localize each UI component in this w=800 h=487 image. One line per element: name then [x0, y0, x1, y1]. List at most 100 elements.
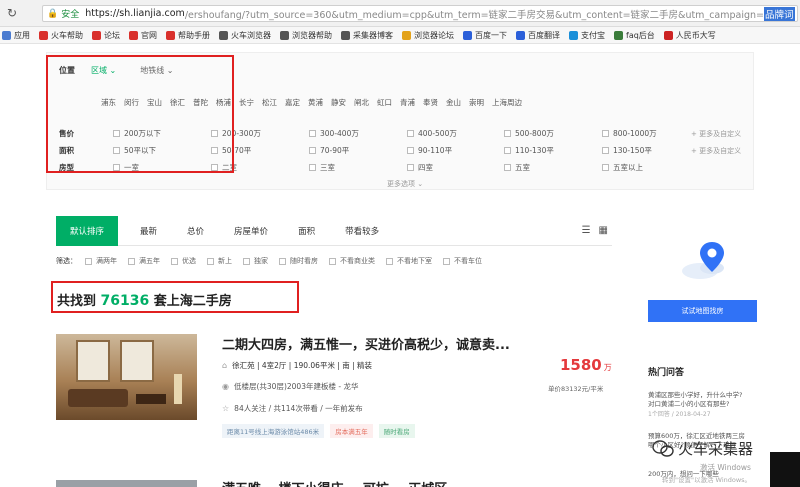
district-option[interactable]: 嘉定 — [285, 97, 300, 108]
district-option[interactable]: 崇明 — [469, 97, 484, 108]
district-option[interactable]: 虹口 — [377, 97, 392, 108]
sort-tab[interactable]: 面积 — [298, 225, 315, 237]
bookmark-icon — [129, 30, 138, 40]
secondary-filter-option[interactable]: 独家 — [243, 256, 268, 266]
district-option[interactable]: 长宁 — [239, 97, 254, 108]
checkbox[interactable] — [309, 163, 316, 171]
checkbox[interactable] — [85, 257, 92, 265]
bookmark-item[interactable]: 浏览器论坛 — [402, 30, 454, 41]
checkbox[interactable] — [243, 257, 250, 265]
checkbox[interactable] — [602, 146, 609, 154]
district-option[interactable]: 静安 — [331, 97, 346, 108]
bookmark-item[interactable]: 百度翻译 — [516, 30, 560, 41]
checkbox[interactable] — [443, 257, 450, 265]
bookmark-item[interactable]: 百度一下 — [463, 30, 507, 41]
checkbox[interactable] — [329, 257, 336, 265]
checkbox[interactable] — [171, 257, 178, 265]
reload-icon[interactable]: ↻ — [4, 5, 20, 21]
listing-title[interactable]: 二期大四房，满五惟一，买进价高税少，诚意卖... — [222, 334, 510, 353]
sort-tab[interactable]: 默认排序 — [56, 215, 119, 246]
checkbox[interactable] — [407, 129, 414, 137]
secondary-filter-option[interactable]: 新上 — [207, 256, 232, 266]
area-option[interactable]: 70-90平 — [309, 145, 349, 156]
bookmark-item[interactable]: 火车浏览器 — [219, 30, 271, 41]
bookmark-item[interactable]: 支付宝 — [569, 30, 605, 41]
checkbox[interactable] — [504, 146, 511, 154]
district-option[interactable]: 金山 — [446, 97, 461, 108]
qa-question-cont[interactable]: 对口黄浦二小的小区有那些? — [648, 398, 758, 408]
secondary-filter-option[interactable]: 满两年 — [85, 256, 117, 266]
highlight-box-filters — [46, 55, 234, 173]
result-count: 共找到 76136 套上海二手房 — [57, 293, 232, 309]
checkbox[interactable] — [504, 163, 511, 171]
tag-viewing: 随时看房 — [378, 424, 415, 438]
secondary-filter-option[interactable]: 满五年 — [128, 256, 160, 266]
map-search-button[interactable]: 试试地图找房 — [648, 300, 757, 322]
checkbox[interactable] — [279, 257, 286, 265]
district-option[interactable]: 黄浦 — [308, 97, 323, 108]
price-option[interactable]: 400-500万 — [407, 128, 457, 139]
sort-tab[interactable]: 总价 — [187, 225, 204, 237]
district-option[interactable]: 奉贤 — [423, 97, 438, 108]
bookmark-item[interactable]: 论坛 — [92, 30, 120, 41]
list-view-icon[interactable]: ☰ — [582, 225, 591, 236]
price-option[interactable]: 500-800万 — [504, 128, 554, 139]
url-selected-text: 品牌词 — [764, 6, 795, 21]
checkbox[interactable] — [407, 146, 414, 154]
bookmark-item[interactable]: 采集器博客 — [341, 30, 393, 41]
area-more-custom-link[interactable]: + 更多及自定义 — [691, 146, 741, 156]
grid-view-icon[interactable]: ▦ — [599, 225, 608, 236]
checkbox[interactable] — [309, 146, 316, 154]
area-option[interactable]: 90-110平 — [407, 145, 452, 156]
bookmark-item[interactable]: 官网 — [129, 30, 157, 41]
next-listing-title[interactable]: 满五唯一 楼下小得庄... 可扩... 正城区 — [222, 478, 447, 487]
secondary-filter-option[interactable]: 不看地下室 — [386, 256, 432, 266]
layout-option[interactable]: 五室以上 — [602, 162, 643, 173]
next-listing-photo[interactable] — [56, 480, 197, 487]
layout-option[interactable]: 四室 — [407, 162, 433, 173]
bookmark-item[interactable]: 浏览器帮助 — [280, 30, 332, 41]
checkbox[interactable] — [407, 163, 414, 171]
sort-tab[interactable]: 房屋单价 — [234, 225, 268, 237]
listing-position-info: ◉ 低楼层(共30层)2003年建板楼 - 龙华 — [222, 382, 359, 391]
sort-tab[interactable]: 带看较多 — [345, 225, 379, 237]
checkbox[interactable] — [128, 257, 135, 265]
address-bar[interactable]: 🔒 安全 https://sh.lianjia.com /ershoufang/… — [42, 5, 798, 22]
listing-follow-info: ☆ 84人关注 / 共114次带看 / 一年前发布 — [222, 404, 363, 413]
sort-tab[interactable]: 最新 — [140, 225, 157, 237]
price-option[interactable]: 800-1000万 — [602, 128, 657, 139]
checkbox[interactable] — [207, 257, 214, 265]
district-option[interactable]: 闸北 — [354, 97, 369, 108]
bookmark-icon — [516, 30, 525, 40]
bookmark-item[interactable]: 人民币大写 — [663, 30, 716, 41]
checkbox[interactable] — [386, 257, 393, 265]
secondary-filter-option[interactable]: 不看车位 — [443, 256, 482, 266]
checkbox[interactable] — [602, 129, 609, 137]
sort-bar: 默认排序 最新 总价 房屋单价 面积 带看较多 ☰ ▦ — [56, 215, 612, 246]
area-option[interactable]: 110-130平 — [504, 145, 554, 156]
listing-tags: 距离11号线上海游泳馆站486米 房本满五年 随时看房 — [222, 424, 415, 438]
price-option[interactable]: 300-400万 — [309, 128, 359, 139]
checkbox[interactable] — [602, 163, 609, 171]
district-option[interactable]: 青浦 — [400, 97, 415, 108]
district-option[interactable]: 松江 — [262, 97, 277, 108]
more-options-link[interactable]: 更多选项 ⌄ — [387, 179, 423, 189]
bookmark-icon — [39, 30, 48, 40]
district-option[interactable]: 上海周边 — [492, 97, 522, 108]
checkbox[interactable] — [309, 129, 316, 137]
price-more-custom-link[interactable]: + 更多及自定义 — [691, 129, 741, 139]
area-option[interactable]: 130-150平 — [602, 145, 652, 156]
secondary-filter-option[interactable]: 优选 — [171, 256, 196, 266]
bookmark-item[interactable]: 应用 — [2, 30, 30, 41]
bookmark-item[interactable]: 帮助手册 — [166, 30, 210, 41]
layout-option[interactable]: 五室 — [504, 162, 530, 173]
bookmark-item[interactable]: 火车帮助 — [39, 30, 83, 41]
bookmark-icon — [280, 30, 289, 40]
listing-photo[interactable] — [56, 334, 197, 420]
secondary-filter-option[interactable]: 不看商业类 — [329, 256, 375, 266]
bookmark-item[interactable]: faq后台 — [614, 30, 655, 41]
house-icon: ⌂ — [222, 361, 228, 370]
layout-option[interactable]: 三室 — [309, 162, 335, 173]
secondary-filter-option[interactable]: 随时看房 — [279, 256, 318, 266]
checkbox[interactable] — [504, 129, 511, 137]
